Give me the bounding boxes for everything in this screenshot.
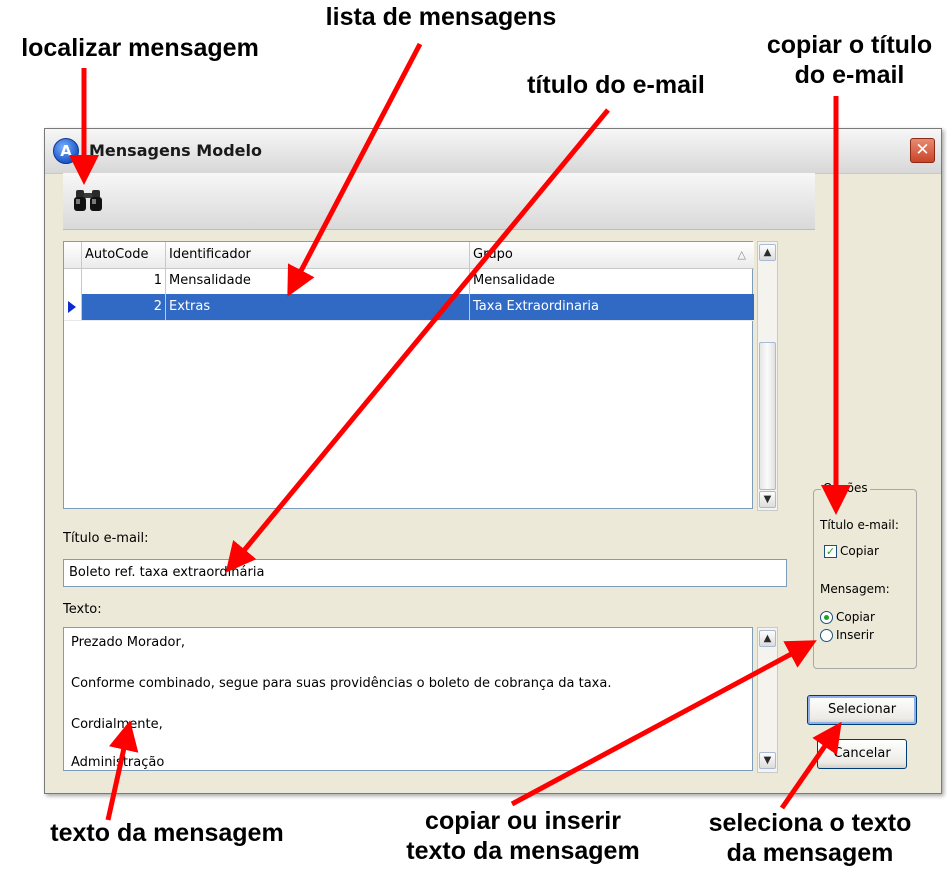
- scroll-up-icon[interactable]: ▲: [759, 244, 776, 261]
- scroll-down-icon[interactable]: ▼: [759, 491, 776, 508]
- insert-message-radio[interactable]: [820, 629, 833, 642]
- copy-message-radio[interactable]: [820, 611, 833, 624]
- options-group-title: Opções: [821, 481, 870, 495]
- email-title-input[interactable]: Boleto ref. taxa extraordinária: [63, 559, 787, 587]
- copy-message-label: Copiar: [836, 610, 875, 624]
- message-list-grid[interactable]: AutoCode Identificador Grupo △ 1 Mensali…: [63, 241, 754, 509]
- grid-header-indicator: [64, 242, 82, 268]
- annotation-email-title: título do e-mail: [527, 71, 705, 99]
- text-field-label: Texto:: [63, 602, 102, 617]
- cell-identificador: Mensalidade: [166, 268, 470, 294]
- scroll-up-icon[interactable]: ▲: [759, 630, 776, 647]
- cell-autocode: 1: [82, 268, 166, 294]
- find-message-button[interactable]: [69, 181, 107, 219]
- copy-title-checkbox[interactable]: ✓: [824, 545, 837, 558]
- annotation-copy-title-line1: copiar o título: [766, 31, 933, 59]
- dialog-window: A Mensagens Modelo ✕ AutoCode Identifica…: [44, 128, 942, 794]
- scroll-down-icon[interactable]: ▼: [759, 752, 776, 769]
- annotation-select-text-line2: da mensagem: [726, 839, 894, 867]
- message-line: Administração: [71, 755, 165, 770]
- row-pointer-icon: [68, 301, 76, 313]
- table-row-selected[interactable]: 2 Extras Taxa Extraordinaria: [64, 294, 754, 321]
- text-scrollbar[interactable]: ▲ ▼: [757, 627, 778, 773]
- annotation-copy-title-line2: do e-mail: [794, 61, 905, 89]
- cell-identificador: Extras: [166, 294, 470, 320]
- scroll-thumb[interactable]: [759, 342, 776, 490]
- toolbar: [63, 173, 815, 230]
- copy-title-label: Copiar: [840, 544, 879, 558]
- title-bar[interactable]: A Mensagens Modelo ✕: [45, 129, 941, 174]
- annotation-select-text: seleciona o texto da mensagem: [690, 808, 930, 868]
- annotation-message-list: lista de mensagens: [325, 3, 557, 31]
- title-field-label: Título e-mail:: [63, 531, 149, 546]
- app-icon: A: [53, 138, 79, 164]
- window-title: Mensagens Modelo: [89, 141, 262, 160]
- cell-grupo: Mensalidade: [473, 273, 555, 288]
- cell-grupo: Taxa Extraordinaria: [473, 299, 599, 314]
- options-title-label: Título e-mail:: [820, 518, 899, 532]
- cancel-button[interactable]: Cancelar: [817, 739, 907, 769]
- row-indicator: [64, 294, 82, 320]
- insert-message-label: Inserir: [836, 628, 874, 642]
- annotation-copy-insert: copiar ou inserir texto da mensagem: [378, 806, 668, 866]
- annotation-copy-title: copiar o título do e-mail: [752, 30, 947, 90]
- grid-scrollbar[interactable]: ▲ ▼: [757, 241, 778, 511]
- message-line: Conforme combinado, segue para suas prov…: [71, 676, 612, 691]
- grid-header: AutoCode Identificador Grupo △: [64, 242, 754, 269]
- annotation-select-text-line1: seleciona o texto: [708, 809, 912, 837]
- binoculars-icon: [74, 190, 102, 211]
- message-line: Prezado Morador,: [71, 635, 185, 650]
- annotation-copy-insert-line1: copiar ou inserir: [425, 807, 621, 835]
- column-header-grupo[interactable]: Grupo △: [470, 242, 754, 268]
- close-button[interactable]: ✕: [910, 138, 935, 163]
- options-group: Opções Título e-mail: ✓ Copiar Mensagem:…: [813, 481, 917, 669]
- column-header-grupo-label: Grupo: [473, 247, 513, 262]
- message-line: Cordialmente,: [71, 717, 163, 732]
- annotation-message-text: texto da mensagem: [50, 819, 284, 847]
- annotation-copy-insert-line2: texto da mensagem: [406, 837, 640, 865]
- sort-arrow-icon: △: [737, 248, 746, 261]
- column-header-autocode[interactable]: AutoCode: [82, 242, 166, 268]
- message-text-area[interactable]: Prezado Morador, Conforme combinado, seg…: [63, 627, 753, 771]
- annotation-find-message: localizar mensagem: [21, 34, 259, 62]
- select-button[interactable]: Selecionar: [807, 695, 917, 725]
- options-message-label: Mensagem:: [820, 582, 890, 596]
- cell-autocode: 2: [82, 294, 166, 320]
- row-indicator: [64, 268, 82, 294]
- column-header-identificador[interactable]: Identificador: [166, 242, 470, 268]
- table-row[interactable]: 1 Mensalidade Mensalidade: [64, 268, 754, 295]
